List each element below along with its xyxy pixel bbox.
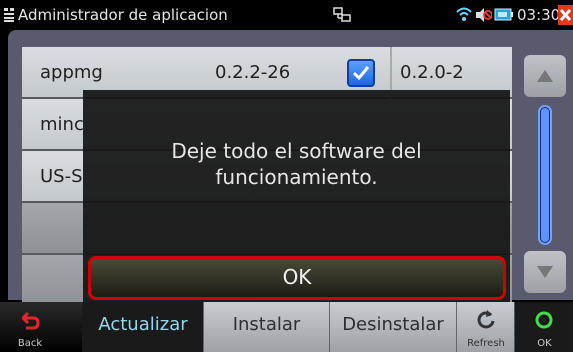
message-dialog: Deje todo el software del funcionamiento…	[83, 90, 510, 308]
ok-toolbar-button[interactable]: OK	[514, 302, 573, 352]
refresh-icon	[477, 310, 495, 329]
back-button[interactable]: Back	[0, 302, 60, 352]
ok-toolbar-label: OK	[537, 338, 552, 349]
scroll-up-button[interactable]	[524, 55, 566, 97]
tab-instalar[interactable]: Instalar	[203, 302, 329, 352]
clock: 03:30	[517, 6, 561, 24]
status-bar: Administrador de aplicacion 03:30	[0, 0, 573, 30]
dialog-message-line2: funcionamiento.	[215, 165, 378, 189]
package-name: minc	[40, 114, 84, 135]
back-label: Back	[17, 338, 43, 349]
back-arrow-icon	[22, 311, 40, 330]
scroll-down-button[interactable]	[524, 251, 566, 293]
package-name: US-S	[40, 166, 83, 187]
update-checkbox[interactable]	[347, 59, 375, 87]
arrow-up-icon	[537, 70, 553, 82]
tab-actualizar[interactable]: Actualizar	[82, 302, 204, 352]
scroll-track[interactable]	[538, 105, 552, 245]
close-icon	[559, 8, 572, 22]
battery-icon	[494, 8, 513, 21]
refresh-button[interactable]: Refresh	[456, 302, 514, 352]
arrow-down-icon	[537, 266, 553, 278]
checkmark-icon	[352, 66, 370, 81]
close-button[interactable]	[558, 5, 573, 25]
ok-button[interactable]: OK	[88, 256, 506, 300]
connection-icon	[333, 7, 351, 22]
refresh-label: Refresh	[467, 338, 505, 349]
app-menu-icon[interactable]	[3, 7, 15, 23]
dialog-message-line1: Deje todo el software del	[171, 139, 422, 163]
scrollbar[interactable]	[524, 47, 566, 297]
bottom-toolbar: Back Actualizar Instalar Desinstalar Ref…	[0, 302, 573, 352]
wifi-icon	[456, 7, 472, 21]
scroll-thumb[interactable]	[541, 108, 549, 242]
tab-desinstalar[interactable]: Desinstalar	[329, 302, 456, 352]
window-title: Administrador de aplicacion	[18, 6, 228, 24]
dialog-message: Deje todo el software del funcionamiento…	[83, 138, 510, 190]
speaker-muted-icon	[476, 8, 492, 22]
ok-circle-icon	[535, 311, 553, 329]
